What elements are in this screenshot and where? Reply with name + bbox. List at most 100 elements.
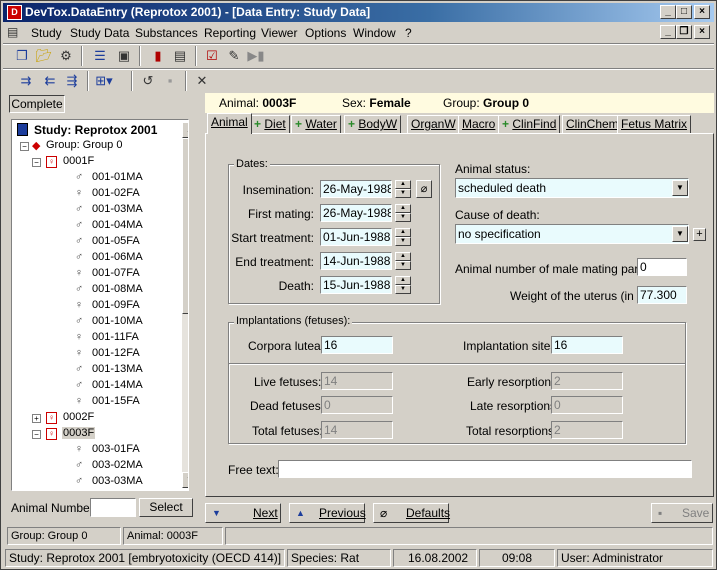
tab-clinfind[interactable]: + ClinFind	[498, 115, 561, 133]
spin-up-icon[interactable]: ▲	[395, 180, 411, 189]
minimize-button[interactable]: _	[660, 5, 676, 19]
paperclip-icon: ⌀	[380, 506, 388, 520]
tab-diet[interactable]: + Diet	[250, 115, 290, 133]
corpora-lutea-input[interactable]: 16	[321, 336, 393, 354]
menu-study[interactable]: Study	[31, 26, 62, 40]
date-spinner[interactable]: ▲ ▼	[395, 228, 411, 246]
properties-icon[interactable]: ⚙	[55, 46, 77, 66]
document-icon[interactable]: ▣	[113, 46, 135, 66]
menu-reporting[interactable]: Reporting	[204, 26, 256, 40]
complete-tab[interactable]: Complete	[9, 95, 65, 113]
animal-number-input[interactable]	[90, 498, 136, 517]
tree-expand-icon[interactable]: ⇉	[15, 71, 37, 91]
date-input[interactable]: 15-Jun-1988	[320, 276, 392, 294]
free-text-input[interactable]	[278, 460, 692, 478]
new-icon[interactable]: ❐	[11, 46, 33, 66]
tab-organw[interactable]: OrganW	[407, 115, 460, 133]
menu-window[interactable]: Window	[353, 26, 396, 40]
male-icon: ♂	[74, 235, 84, 247]
animal-status-dropdown-icon[interactable]: ▼	[672, 180, 688, 196]
date-spinner[interactable]: ▲ ▼	[395, 204, 411, 222]
mdi-close-button[interactable]: ×	[694, 25, 710, 39]
mdi-minimize-button[interactable]: _	[660, 25, 676, 39]
spin-up-icon[interactable]: ▲	[395, 252, 411, 261]
expand-toggle-icon[interactable]: +	[32, 414, 41, 423]
implantation-sites-label: Implantation sites:	[463, 339, 560, 353]
previous-button[interactable]: ▲ Previous	[289, 503, 366, 523]
undo-edit-icon[interactable]: ↺	[137, 71, 159, 91]
spin-down-icon[interactable]: ▼	[395, 189, 411, 198]
group-info-value: Group 0	[483, 96, 530, 110]
spin-up-icon[interactable]: ▲	[395, 276, 411, 285]
tree-scrollbar[interactable]: ▲ ▼	[182, 122, 188, 488]
status-species: Species: Rat	[287, 549, 391, 567]
add-cause-icon[interactable]: +	[693, 228, 706, 241]
spin-down-icon[interactable]: ▼	[395, 237, 411, 246]
open-folder-icon[interactable]: 📂︎	[33, 46, 55, 66]
menu-substances[interactable]: Substances	[135, 26, 198, 40]
scroll-up-icon[interactable]: ▲	[182, 122, 188, 138]
spin-down-icon[interactable]: ▼	[395, 213, 411, 222]
tree-collapse-icon[interactable]: ⇇	[39, 71, 61, 91]
expand-toggle-icon[interactable]: −	[32, 430, 41, 439]
uterus-weight-input[interactable]: 77.300	[637, 286, 687, 304]
male-icon: ♂	[74, 315, 84, 327]
spin-up-icon[interactable]: ▲	[395, 228, 411, 237]
clipboard-icon[interactable]: ▤	[169, 46, 191, 66]
maximize-button[interactable]: □	[676, 5, 692, 19]
date-spinner[interactable]: ▲ ▼	[395, 252, 411, 270]
free-text-label: Free text:	[228, 463, 279, 477]
date-spinner[interactable]: ▲ ▼	[395, 276, 411, 294]
mdi-restore-button[interactable]: ❐	[676, 25, 692, 39]
close-button[interactable]: ×	[694, 5, 710, 19]
tab-water[interactable]: + Water	[291, 115, 341, 133]
tab-animal[interactable]: Animal	[207, 113, 252, 134]
male-partner-input[interactable]: 0	[637, 258, 687, 276]
app-icon[interactable]: D	[7, 5, 22, 20]
tab-bodyw[interactable]: + BodyW	[344, 115, 402, 133]
fetus-node-label: 001-05FA	[92, 235, 140, 247]
save-button[interactable]: ▪ Save	[651, 503, 713, 523]
attachment-icon[interactable]: ⌀	[416, 180, 432, 198]
tab-macro[interactable]: Macro	[458, 115, 500, 133]
menu-study-data[interactable]: Study Data	[70, 26, 129, 40]
next-button[interactable]: ▼ Next	[205, 503, 281, 523]
save-disk-icon[interactable]: ▪	[159, 71, 181, 91]
edit-icon[interactable]: ✎	[223, 46, 245, 66]
cancel-x-icon[interactable]: ✕	[191, 71, 213, 91]
spin-down-icon[interactable]: ▼	[395, 261, 411, 270]
menu-help[interactable]: ?	[405, 26, 412, 40]
collapse-icon[interactable]: −	[20, 142, 29, 151]
exit-icon[interactable]: ▶▮	[245, 46, 267, 66]
cause-of-death-dropdown-icon[interactable]: ▼	[672, 226, 688, 242]
menu-options[interactable]: Options	[305, 26, 346, 40]
list-view-icon[interactable]: ☰	[89, 46, 111, 66]
book-icon[interactable]: ▮	[147, 46, 169, 66]
tab-clinchem[interactable]: ClinChem	[562, 115, 623, 133]
menu-viewer[interactable]: Viewer	[261, 26, 297, 40]
implantation-sites-input[interactable]: 16	[551, 336, 623, 354]
tree-refresh-icon[interactable]: ⇶	[61, 71, 83, 91]
cause-of-death-select[interactable]: no specification	[455, 224, 689, 244]
scroll-thumb[interactable]	[182, 138, 188, 314]
date-spinner[interactable]: ▲ ▼	[395, 180, 411, 198]
mdi-doc-icon[interactable]: ▤	[7, 25, 18, 39]
date-input[interactable]: 26-May-1988	[320, 204, 392, 222]
defaults-button[interactable]: ⌀ Defaults	[373, 503, 450, 523]
animal-tree[interactable]: Study: Reprotox 2001− ◆ Group: Group 0− ♀ 00…	[11, 119, 189, 491]
application-window: D DevTox.DataEntry (Reprotox 2001) - [Da…	[0, 0, 717, 570]
title-bar[interactable]: D DevTox.DataEntry (Reprotox 2001) - [Da…	[3, 3, 714, 22]
spin-down-icon[interactable]: ▼	[395, 285, 411, 294]
date-input[interactable]: 01-Jun-1988	[320, 228, 392, 246]
animal-status-select[interactable]: scheduled death	[455, 178, 689, 198]
checklist-icon[interactable]: ☑	[201, 46, 223, 66]
scroll-down-icon[interactable]: ▼	[182, 472, 188, 488]
status-user: User: Administrator	[557, 549, 713, 567]
spin-up-icon[interactable]: ▲	[395, 204, 411, 213]
insert-dropdown-icon[interactable]: ⊞▾	[93, 71, 115, 91]
expand-toggle-icon[interactable]: −	[32, 158, 41, 167]
tab-fetus-matrix[interactable]: Fetus Matrix	[617, 115, 692, 133]
date-input[interactable]: 26-May-1988	[320, 180, 392, 198]
date-input[interactable]: 14-Jun-1988	[320, 252, 392, 270]
select-button[interactable]: Select	[139, 498, 193, 517]
